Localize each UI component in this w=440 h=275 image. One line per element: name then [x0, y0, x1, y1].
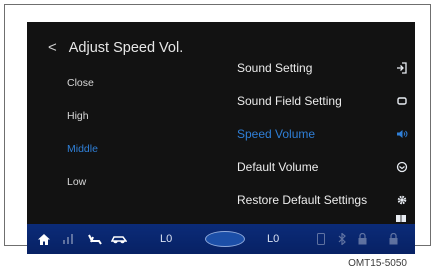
seat-icon[interactable] — [88, 232, 102, 246]
settings-menu: Sound Setting Sound Field Setting Speed … — [237, 51, 409, 216]
level-option-low[interactable]: Low — [67, 176, 187, 209]
default-volume-icon — [395, 160, 409, 174]
lock-icon — [358, 232, 367, 246]
infotainment-screen: < Adjust Speed Vol. Close High Middle Lo… — [27, 22, 415, 254]
lock-icon — [389, 232, 398, 246]
menu-item-label: Sound Setting — [237, 60, 313, 75]
menu-item-label: Sound Field Setting — [237, 93, 342, 108]
sound-field-icon — [395, 94, 409, 108]
back-chevron-icon[interactable]: < — [48, 39, 57, 56]
page-title: Adjust Speed Vol. — [68, 39, 184, 56]
home-icon[interactable] — [37, 232, 51, 246]
book-icon[interactable] — [396, 209, 406, 222]
car-icon[interactable] — [111, 232, 127, 246]
right-temperature[interactable]: L0 — [267, 232, 279, 246]
menu-item-restore-default-settings[interactable]: Restore Default Settings — [237, 183, 409, 216]
page-header: < Adjust Speed Vol. — [48, 39, 183, 56]
left-temperature[interactable]: L0 — [160, 232, 172, 246]
menu-item-sound-field-setting[interactable]: Sound Field Setting — [237, 84, 409, 117]
status-bar: L0 L0 — [27, 224, 415, 254]
level-option-high[interactable]: High — [67, 110, 187, 143]
menu-item-speed-volume[interactable]: Speed Volume — [237, 117, 409, 150]
menu-item-label: Speed Volume — [237, 126, 316, 141]
signal-icon — [63, 232, 73, 246]
figure-caption: OMT15-5050 — [348, 258, 407, 269]
menu-item-sound-setting[interactable]: Sound Setting — [237, 51, 409, 84]
speed-volume-level-list: Close High Middle Low — [67, 77, 187, 209]
speaker-icon — [395, 127, 409, 141]
level-option-close[interactable]: Close — [67, 77, 187, 110]
bluetooth-icon — [338, 232, 346, 246]
menu-item-label: Default Volume — [237, 159, 319, 174]
menu-item-default-volume[interactable]: Default Volume — [237, 150, 409, 183]
menu-item-label: Restore Default Settings — [237, 192, 368, 207]
level-option-middle[interactable]: Middle — [67, 143, 187, 176]
phone-icon — [317, 232, 325, 246]
brand-logo — [205, 231, 245, 247]
gear-icon — [395, 193, 409, 207]
sound-setting-icon — [395, 61, 409, 75]
